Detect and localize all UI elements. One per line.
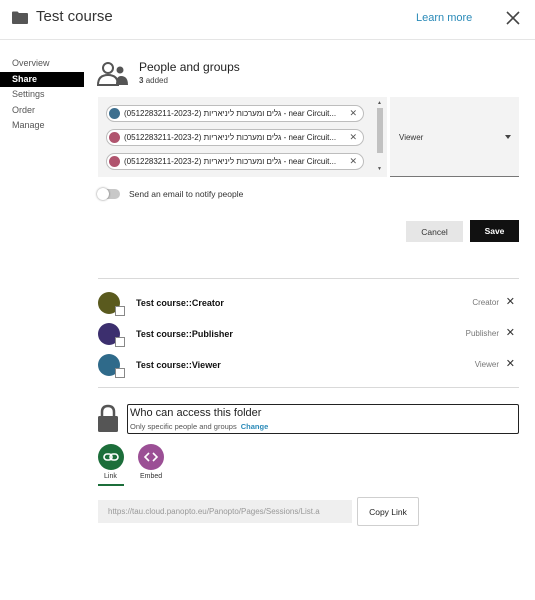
sidebar: Overview Share Settings Order Manage <box>0 56 84 134</box>
scrollbar-thumb[interactable] <box>377 108 383 153</box>
group-role[interactable]: Creator <box>472 298 499 307</box>
link-option-button[interactable] <box>98 444 124 470</box>
access-title: Who can access this folder <box>130 407 262 419</box>
divider <box>98 387 519 388</box>
sidebar-item-settings[interactable]: Settings <box>0 87 84 103</box>
group-name: Test course::Viewer <box>136 360 221 370</box>
people-scrollbar[interactable]: ▲ ▼ <box>376 100 384 174</box>
group-row: Test course::Viewer Viewer ✕ <box>98 354 519 380</box>
people-chip: (0512283211-2023-2) גלים ומערכות ליניארי… <box>106 105 364 122</box>
notify-toggle[interactable] <box>97 188 120 200</box>
sidebar-item-overview[interactable]: Overview <box>0 56 84 72</box>
group-badge-icon <box>115 337 125 347</box>
remove-chip-icon[interactable]: ✕ <box>349 108 357 119</box>
remove-group-icon[interactable]: ✕ <box>506 326 515 339</box>
people-count: 3 added <box>139 76 168 85</box>
divider <box>98 278 519 279</box>
group-avatar-icon <box>98 292 125 316</box>
group-row: Test course::Publisher Publisher ✕ <box>98 323 519 349</box>
group-avatar-icon <box>109 108 120 119</box>
copy-link-button[interactable]: Copy Link <box>357 497 419 526</box>
access-subtitle: Only specific people and groups Change <box>130 422 268 431</box>
sidebar-item-manage[interactable]: Manage <box>0 118 84 134</box>
group-avatar-icon <box>98 354 125 378</box>
change-access-link[interactable]: Change <box>241 422 269 431</box>
group-name: Test course::Creator <box>136 298 224 308</box>
people-title: People and groups <box>139 60 240 74</box>
group-badge-icon <box>115 306 125 316</box>
chevron-down-icon <box>505 135 511 139</box>
embed-option-label: Embed <box>140 473 163 480</box>
people-count-value: 3 <box>139 76 144 85</box>
toggle-knob <box>97 188 109 200</box>
group-avatar-icon <box>109 132 120 143</box>
folder-icon <box>12 11 28 24</box>
group-badge-icon <box>115 368 125 378</box>
group-name: Test course::Publisher <box>136 329 233 339</box>
group-avatar-icon <box>98 323 125 347</box>
people-chip: (0512283211-2023-2) גלים ומערכות ליניארי… <box>106 129 364 146</box>
scroll-down-icon[interactable]: ▼ <box>377 166 382 172</box>
remove-chip-icon[interactable]: ✕ <box>349 156 357 167</box>
scroll-up-icon[interactable]: ▲ <box>377 100 382 106</box>
group-role[interactable]: Viewer <box>475 360 499 369</box>
people-count-suffix: added <box>145 76 168 85</box>
remove-chip-icon[interactable]: ✕ <box>349 132 357 143</box>
notify-label: Send an email to notify people <box>129 189 244 199</box>
role-dropdown[interactable]: Viewer <box>390 97 519 177</box>
role-dropdown-value: Viewer <box>399 133 424 142</box>
sidebar-item-share[interactable]: Share <box>0 71 84 87</box>
people-icon <box>97 62 128 86</box>
embed-icon <box>143 452 159 462</box>
group-row: Test course::Creator Creator ✕ <box>98 292 519 318</box>
header: Test course Learn more <box>0 0 535 40</box>
close-icon[interactable] <box>505 10 521 26</box>
save-button[interactable]: Save <box>470 220 519 242</box>
remove-group-icon[interactable]: ✕ <box>506 357 515 370</box>
link-active-indicator <box>98 484 124 486</box>
learn-more-link[interactable]: Learn more <box>416 12 472 24</box>
people-picker[interactable]: (0512283211-2023-2) גלים ומערכות ליניארי… <box>98 97 387 177</box>
link-option-label: Link <box>104 473 117 480</box>
share-link-field[interactable] <box>98 500 352 523</box>
access-subtitle-text: Only specific people and groups <box>130 422 237 431</box>
cancel-button[interactable]: Cancel <box>406 221 463 242</box>
lock-icon <box>98 404 118 432</box>
embed-option-button[interactable] <box>138 444 164 470</box>
chip-label: (0512283211-2023-2) גלים ומערכות ליניארי… <box>124 157 337 166</box>
people-chip: (0512283211-2023-2) גלים ומערכות ליניארי… <box>106 153 364 170</box>
group-avatar-icon <box>109 156 120 167</box>
access-setting[interactable]: Who can access this folder Only specific… <box>127 404 519 434</box>
remove-group-icon[interactable]: ✕ <box>506 295 515 308</box>
chip-label: (0512283211-2023-2) גלים ומערכות ליניארי… <box>124 133 337 142</box>
sidebar-item-order[interactable]: Order <box>0 103 84 119</box>
group-role[interactable]: Publisher <box>466 329 499 338</box>
chip-label: (0512283211-2023-2) גלים ומערכות ליניארי… <box>124 109 337 118</box>
page-title: Test course <box>36 8 113 25</box>
link-icon <box>103 453 119 461</box>
